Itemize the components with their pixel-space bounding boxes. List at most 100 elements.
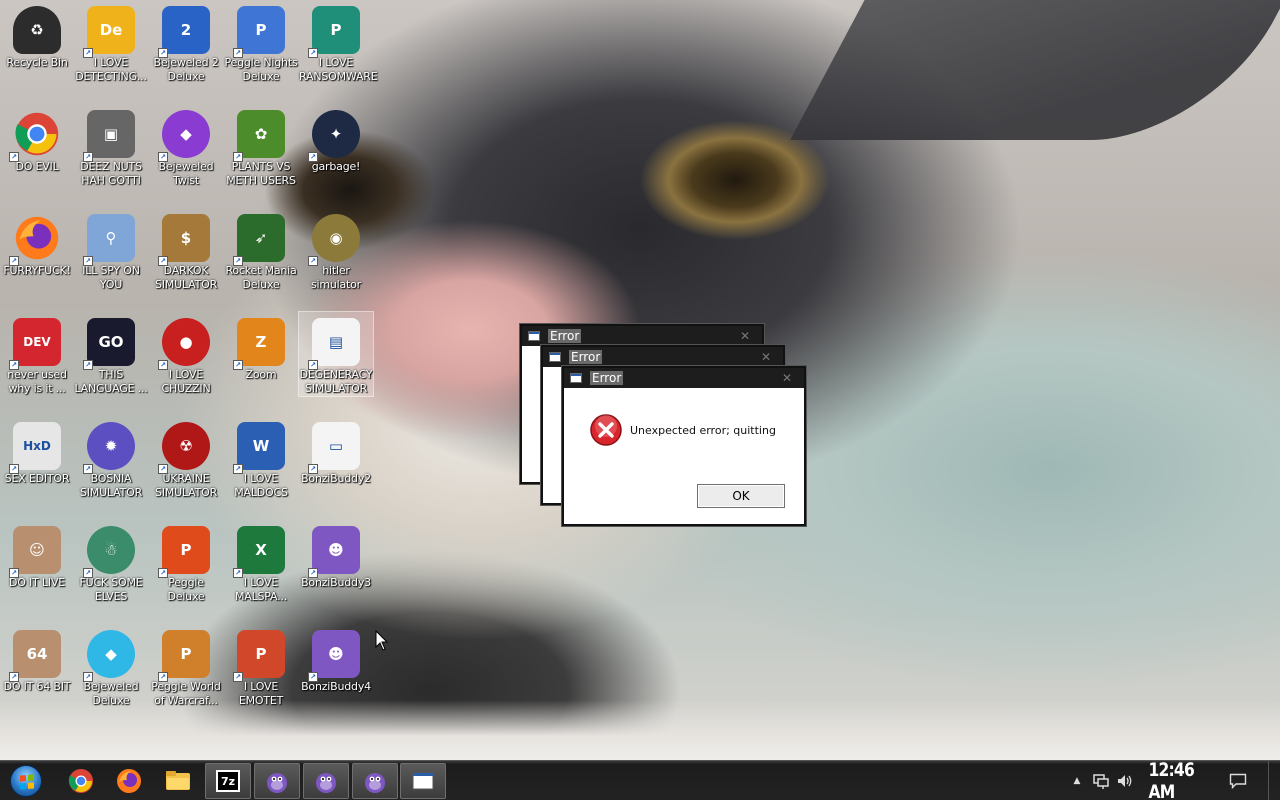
zuma-icon: Z ↗ (233, 318, 285, 370)
desktop-icon[interactable]: Z ↗ Zoom (224, 312, 298, 382)
desktop-icon[interactable]: ✹ ↗ BOSNIA SIMULATOR (74, 416, 148, 500)
desktop-icon-label: Bejeweled Twist (158, 160, 214, 187)
desktop-icon[interactable]: ☃ ↗ FUCK SOME ELVES (74, 520, 148, 604)
taskbar-firefox[interactable] (106, 763, 152, 799)
taskbar-bonzibuddy-1[interactable] (254, 763, 300, 799)
shortcut-arrow-icon: ↗ (9, 152, 19, 162)
shortcut-arrow-icon: ↗ (308, 672, 318, 682)
desktop-icon[interactable]: P ↗ Peggle Deluxe (149, 520, 223, 604)
dialog-title: Error (590, 371, 624, 385)
desktop-icon[interactable]: P ↗ I LOVE EMOTET (224, 624, 298, 708)
dialog-titlebar[interactable]: Error ✕ (564, 368, 804, 388)
shortcut-arrow-icon: ↗ (233, 672, 243, 682)
shortcut-arrow-icon: ↗ (308, 152, 318, 162)
peggle-wow-icon: P ↗ (158, 630, 210, 682)
taskbar-chrome[interactable] (58, 763, 104, 799)
taskbar-bonzibuddy-2[interactable] (303, 763, 349, 799)
desktop-icon-label: FURRYFUCK! (3, 264, 71, 277)
firefox-icon (117, 769, 141, 793)
desktop-icon-label: DO IT 64 BIT (3, 680, 71, 693)
desktop-icon-label: Recycle Bin (6, 56, 68, 69)
shortcut-arrow-icon: ↗ (233, 568, 243, 578)
shortcut-arrow-icon: ↗ (9, 672, 19, 682)
tray-volume[interactable] (1114, 761, 1136, 800)
chevron-up-icon: ▲ (1073, 776, 1081, 786)
desktop-icon[interactable]: ✦ ↗ garbage! (299, 104, 373, 174)
bonzi-buddy-icon (267, 773, 287, 793)
desktop-icon[interactable]: ▣ ↗ DEEZ NUTS HAH GOTTI (74, 104, 148, 188)
desktop-icon[interactable]: $ ↗ DARKOK SIMULATOR (149, 208, 223, 292)
taskbar-clock[interactable]: 12:46 AM (1148, 759, 1207, 800)
taskbar-file-explorer[interactable] (155, 763, 201, 799)
desktop-icon-label: I LOVE MALSPA... (234, 576, 288, 603)
desktop-icon[interactable]: GO ↗ THIS LANGUAGE ... (74, 312, 148, 396)
desktop-icon[interactable]: De ↗ I LOVE DETECTING... (74, 0, 148, 84)
desktop-icon[interactable]: ⚲ ↗ ILL SPY ON YOU (74, 208, 148, 292)
taskbar-blank-program[interactable] (400, 763, 446, 799)
dialog-titlebar[interactable]: Error ✕ (522, 326, 762, 346)
desktop-icon[interactable]: P ↗ I LOVE RANSOMWARE (299, 0, 378, 84)
desktop-icon-label: Zoom (245, 368, 277, 381)
desktop-icon[interactable]: ◆ ↗ Bejeweled Twist (149, 104, 223, 188)
error-dialog-front[interactable]: Error ✕ Unexpected error; quitting OK (562, 366, 806, 526)
desktop-icon[interactable]: ☻ ↗ BonziBuddy4 (299, 624, 373, 694)
desktop-icon[interactable]: P ↗ Peggle World of Warcraf... (149, 624, 223, 708)
desktop-icon[interactable]: ◉ ↗ hitler simulator (299, 208, 373, 292)
desktop-icon[interactable]: DEV ↗ never used why is it ... (0, 312, 74, 396)
network-icon (1093, 774, 1109, 789)
desktop-icon[interactable]: 64 ↗ DO IT 64 BIT (0, 624, 74, 694)
error-message: Unexpected error; quitting (630, 424, 776, 437)
publisher-icon: P ↗ (308, 6, 360, 58)
dialog-title: Error (569, 350, 603, 364)
shortcut-arrow-icon: ↗ (158, 360, 168, 370)
desktop-icon[interactable]: ◆ ↗ Bejeweled Deluxe (74, 624, 148, 708)
blank-program-icon: ▭ ↗ (308, 422, 360, 474)
detect-it-easy-icon: De ↗ (83, 6, 135, 58)
desktop-icon-label: SEX EDITOR (4, 472, 70, 485)
desktop-icon[interactable]: ☻ ↗ BonziBuddy3 (299, 520, 373, 590)
tray-action-center[interactable] (1226, 761, 1250, 800)
mouse-cursor-icon (375, 630, 389, 651)
shortcut-arrow-icon: ↗ (9, 360, 19, 370)
desktop-icon[interactable]: ☢ ↗ UKRAINE SIMULATOR (149, 416, 223, 500)
tray-network[interactable] (1090, 761, 1112, 800)
ok-button[interactable]: OK (697, 484, 785, 508)
desktop-icon[interactable]: X ↗ I LOVE MALSPA... (224, 520, 298, 604)
shortcut-arrow-icon: ↗ (233, 48, 243, 58)
desktop-icon[interactable]: P ↗ Peggle Nights Deluxe (224, 0, 298, 84)
shortcut-arrow-icon: ↗ (158, 672, 168, 682)
file-explorer-icon (166, 771, 190, 790)
wallpaper-bathtub-rim (0, 700, 1280, 760)
desktop-icon[interactable]: ☺ ↗ DO IT LIVE (0, 520, 74, 590)
desktop-icon[interactable]: W ↗ I LOVE MALDOCS (224, 416, 298, 500)
desktop-icon-label: DARKOK SIMULATOR (154, 264, 218, 291)
bejeweled-twist-icon: ◆ ↗ (158, 110, 210, 162)
desktop-icon[interactable]: HxD ↗ SEX EDITOR (0, 416, 74, 486)
desktop-icon-label: BonziBuddy4 (301, 680, 371, 693)
shortcut-arrow-icon: ↗ (158, 568, 168, 578)
desktop-icon[interactable]: ➶ ↗ Rocket Mania Deluxe (224, 208, 298, 292)
desktop-icon[interactable]: ▭ ↗ BonziBuddy2 (299, 416, 373, 486)
desktop-icon-label: FUCK SOME ELVES (79, 576, 143, 603)
close-icon[interactable]: ✕ (734, 329, 756, 343)
desktop-icon[interactable]: ▤ ↗ DEGENERACY SIMULATOR (298, 311, 374, 397)
start-button[interactable] (6, 763, 46, 799)
dialog-titlebar[interactable]: Error ✕ (543, 347, 783, 367)
shortcut-arrow-icon: ↗ (308, 256, 318, 266)
desktop-icon[interactable]: ↗ FURRYFUCK! (0, 208, 74, 278)
desktop-icon[interactable]: ♻ Recycle Bin (0, 0, 74, 70)
7zip-icon: 7z (216, 770, 240, 792)
taskbar-7zip[interactable]: 7z (205, 763, 251, 799)
hxd-editor-icon: HxD ↗ (9, 422, 61, 474)
window-app-icon (570, 373, 582, 383)
desktop-icon[interactable]: 2 ↗ Bejeweled 2 Deluxe (149, 0, 223, 84)
close-icon[interactable]: ✕ (755, 350, 777, 364)
desktop-icon[interactable]: ↗ DO EVIL (0, 104, 74, 174)
close-icon[interactable]: ✕ (776, 371, 798, 385)
show-desktop-button[interactable] (1268, 761, 1280, 800)
desktop-icon[interactable]: ✿ ↗ PLANTS VS METH USERS (224, 104, 298, 188)
taskbar-bonzibuddy-3[interactable] (352, 763, 398, 799)
tray-overflow-chevron-icon[interactable]: ▲ (1068, 761, 1086, 800)
shortcut-arrow-icon: ↗ (233, 152, 243, 162)
desktop-icon[interactable]: ● ↗ I LOVE CHUZZIN (149, 312, 223, 396)
